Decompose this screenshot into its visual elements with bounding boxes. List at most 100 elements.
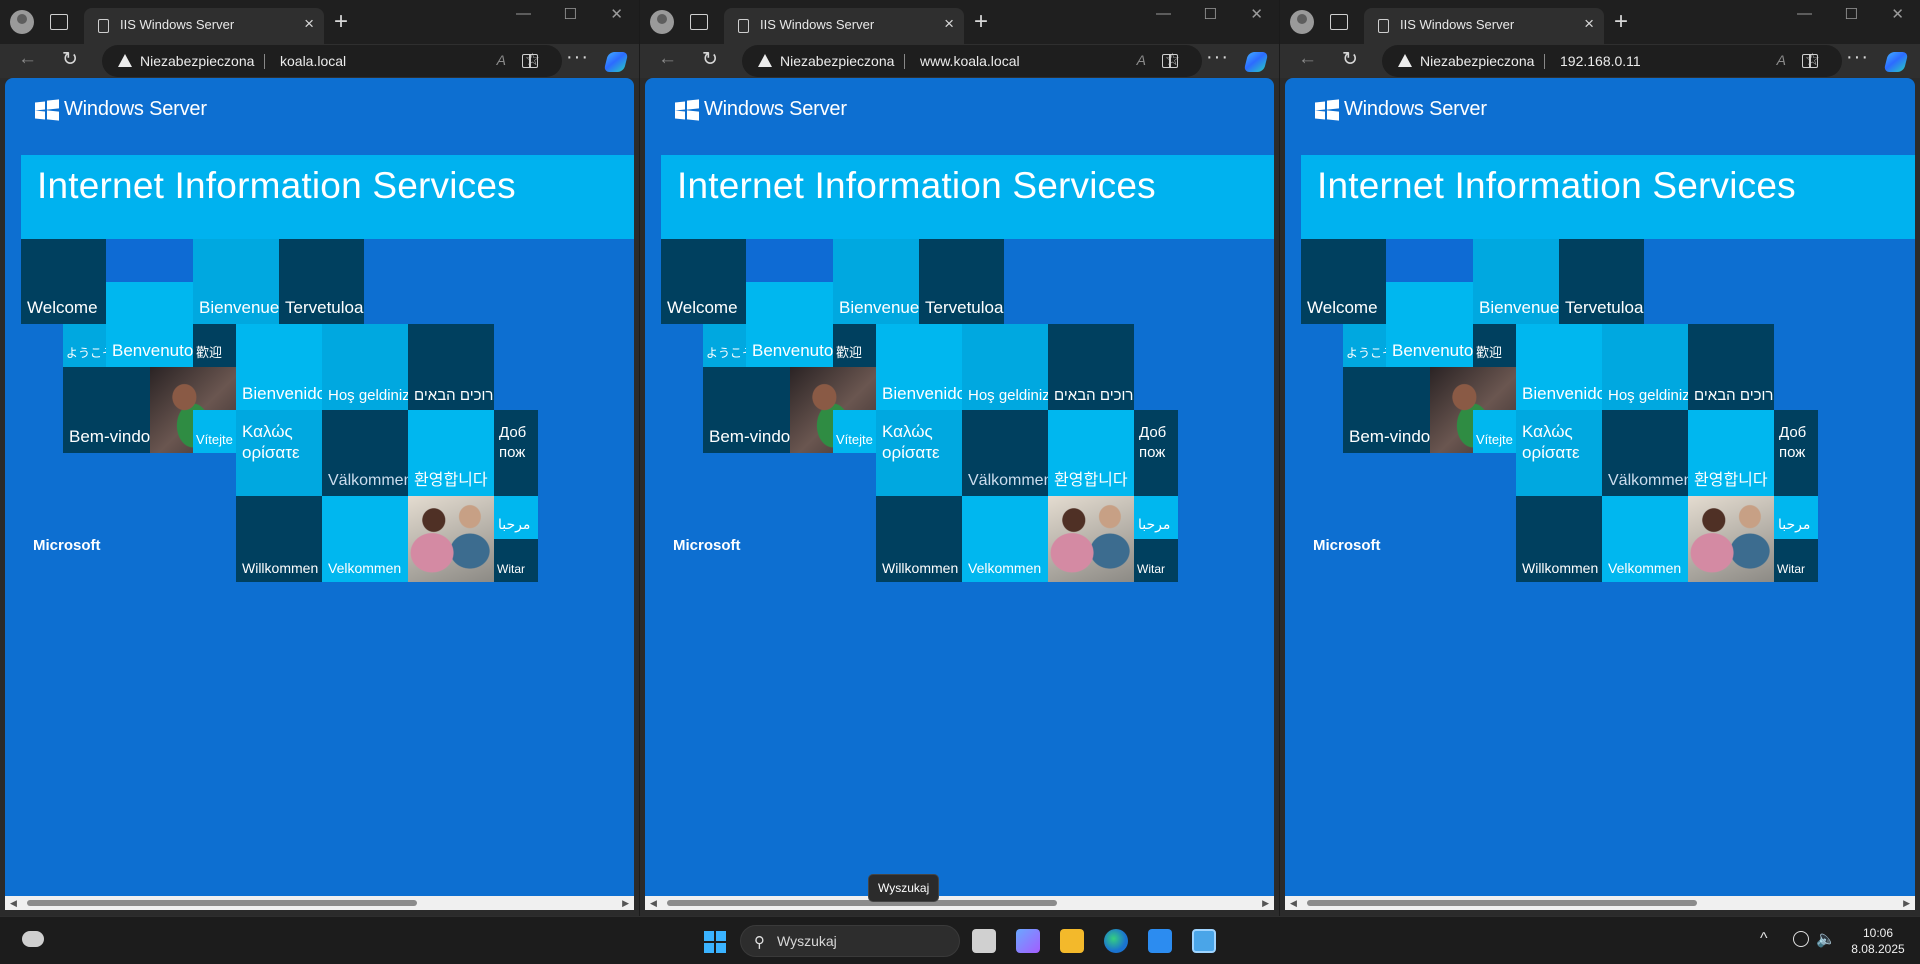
tile-blank xyxy=(746,239,833,282)
scroll-left-icon[interactable]: ◀ xyxy=(650,898,657,909)
tile-witamy: Witar xyxy=(1774,539,1818,582)
split-screen-icon[interactable] xyxy=(1162,54,1178,68)
brand-text: Windows Server xyxy=(704,98,847,120)
more-dots-icon[interactable]: ··· xyxy=(1206,46,1229,69)
network-icon[interactable] xyxy=(1793,931,1809,947)
read-aloud-icon[interactable]: A xyxy=(497,52,506,68)
weather-icon[interactable] xyxy=(22,931,44,947)
scroll-left-icon[interactable]: ◀ xyxy=(1290,898,1297,909)
tile-hwanyeong: 환영합니다 xyxy=(1688,410,1774,496)
tile-text: Доб xyxy=(1139,424,1167,441)
scroll-right-icon[interactable]: ▶ xyxy=(1262,898,1269,909)
scroll-right-icon[interactable]: ▶ xyxy=(622,898,629,909)
tab-actions-icon[interactable] xyxy=(1330,14,1348,30)
tile-hos-geldiniz: Hoş geldiniz xyxy=(1602,324,1688,410)
copilot-icon[interactable] xyxy=(1883,52,1909,72)
back-icon[interactable]: ← xyxy=(18,48,37,70)
more-dots-icon[interactable]: ··· xyxy=(566,46,589,69)
tab-close-icon[interactable]: × xyxy=(1584,14,1594,34)
copilot-taskbar-icon[interactable] xyxy=(1016,929,1040,953)
volume-icon[interactable]: 🔈 xyxy=(1816,929,1836,949)
clock[interactable]: 10:06 8.08.2025 xyxy=(1848,925,1908,957)
microsoft-footer: Microsoft xyxy=(673,537,741,554)
scrollbar-thumb[interactable] xyxy=(1307,900,1697,906)
chevron-up-icon[interactable]: ^ xyxy=(1760,930,1768,948)
warning-triangle-icon[interactable] xyxy=(1398,54,1412,67)
security-label[interactable]: Niezabezpieczona xyxy=(1420,53,1534,69)
profile-icon[interactable] xyxy=(1290,10,1314,34)
close-window-icon[interactable]: ✕ xyxy=(1891,5,1904,23)
maximize-icon[interactable]: ☐ xyxy=(564,5,577,23)
minimize-icon[interactable]: — xyxy=(516,5,531,22)
new-tab-icon[interactable]: + xyxy=(1614,8,1628,36)
tile-text: Доб xyxy=(1779,424,1807,441)
tile-willkommen: Willkommen xyxy=(876,496,962,582)
horizontal-scrollbar[interactable]: ◀ ▶ xyxy=(5,896,634,910)
close-window-icon[interactable]: ✕ xyxy=(1250,5,1263,23)
scroll-left-icon[interactable]: ◀ xyxy=(10,898,17,909)
windows-start-icon[interactable] xyxy=(704,931,726,953)
copilot-icon[interactable] xyxy=(603,52,629,72)
task-view-icon[interactable] xyxy=(972,929,996,953)
scroll-right-icon[interactable]: ▶ xyxy=(1903,898,1910,909)
minimize-icon[interactable]: — xyxy=(1156,5,1171,22)
more-dots-icon[interactable]: ··· xyxy=(1846,46,1869,69)
warning-triangle-icon[interactable] xyxy=(758,54,772,67)
tab-actions-icon[interactable] xyxy=(50,14,68,30)
tab-actions-icon[interactable] xyxy=(690,14,708,30)
maximize-icon[interactable]: ☐ xyxy=(1204,5,1217,23)
file-explorer-icon[interactable] xyxy=(1060,929,1084,953)
tile-text: Hoş geldiniz xyxy=(1608,387,1688,404)
close-window-icon[interactable]: ✕ xyxy=(610,5,623,23)
browser-tab[interactable]: IIS Windows Server × xyxy=(84,8,324,44)
maximize-icon[interactable]: ☐ xyxy=(1845,5,1858,23)
address-bar[interactable]: Niezabezpieczona www.koala.local A ☆ xyxy=(742,45,1202,77)
profile-icon[interactable] xyxy=(650,10,674,34)
refresh-icon[interactable]: ↻ xyxy=(1342,48,1358,71)
iis-banner: Internet Information Services xyxy=(1301,155,1915,239)
tile-willkommen: Willkommen xyxy=(236,496,322,582)
back-icon[interactable]: ← xyxy=(658,48,677,70)
horizontal-scrollbar[interactable]: ◀ ▶ xyxy=(645,896,1274,910)
read-aloud-icon[interactable]: A xyxy=(1777,52,1786,68)
tile-text: пож xyxy=(1139,444,1166,461)
browser-tab[interactable]: IIS Windows Server × xyxy=(724,8,964,44)
profile-icon[interactable] xyxy=(10,10,34,34)
scrollbar-thumb[interactable] xyxy=(667,900,1057,906)
edge-browser-icon[interactable] xyxy=(1104,929,1128,953)
split-screen-icon[interactable] xyxy=(1802,54,1818,68)
address-bar[interactable]: Niezabezpieczona koala.local A ☆ xyxy=(102,45,562,77)
tile-text: ορίσατε xyxy=(1522,443,1580,462)
horizontal-scrollbar[interactable]: ◀ ▶ xyxy=(1285,896,1915,910)
split-screen-icon[interactable] xyxy=(522,54,538,68)
copilot-icon[interactable] xyxy=(1243,52,1269,72)
url-text[interactable]: koala.local xyxy=(280,53,346,69)
tile-brukhim: ברוכים הבאים xyxy=(1048,324,1134,410)
remote-desktop-icon[interactable] xyxy=(1192,929,1216,953)
security-label[interactable]: Niezabezpieczona xyxy=(780,53,894,69)
refresh-icon[interactable]: ↻ xyxy=(62,48,78,71)
security-label[interactable]: Niezabezpieczona xyxy=(140,53,254,69)
taskbar-search-box[interactable]: ⚲ Wyszukaj xyxy=(740,925,960,957)
browser-window-3: IIS Windows Server × + — ☐ ✕ ← ↻ Niezabe… xyxy=(1280,0,1920,916)
url-text[interactable]: 192.168.0.11 xyxy=(1560,53,1641,69)
address-bar[interactable]: Niezabezpieczona 192.168.0.11 A ☆ xyxy=(1382,45,1842,77)
new-tab-icon[interactable]: + xyxy=(334,8,348,36)
warning-triangle-icon[interactable] xyxy=(118,54,132,67)
page-icon xyxy=(738,19,749,33)
url-text[interactable]: www.koala.local xyxy=(920,53,1020,69)
browser-tab[interactable]: IIS Windows Server × xyxy=(1364,8,1604,44)
back-icon[interactable]: ← xyxy=(1298,48,1317,70)
microsoft-store-icon[interactable] xyxy=(1148,929,1172,953)
tab-close-icon[interactable]: × xyxy=(944,14,954,34)
tile-text: 환영합니다 xyxy=(1694,472,1768,489)
tile-bienvenue: Bienvenue xyxy=(193,239,279,324)
tab-close-icon[interactable]: × xyxy=(304,14,314,34)
tile-hwanyeong: 환영합니다 xyxy=(408,410,494,496)
new-tab-icon[interactable]: + xyxy=(974,8,988,36)
read-aloud-icon[interactable]: A xyxy=(1137,52,1146,68)
refresh-icon[interactable]: ↻ xyxy=(702,48,718,71)
minimize-icon[interactable]: — xyxy=(1797,5,1812,22)
scrollbar-thumb[interactable] xyxy=(27,900,417,906)
tile-text: Καλώς xyxy=(1522,422,1573,441)
